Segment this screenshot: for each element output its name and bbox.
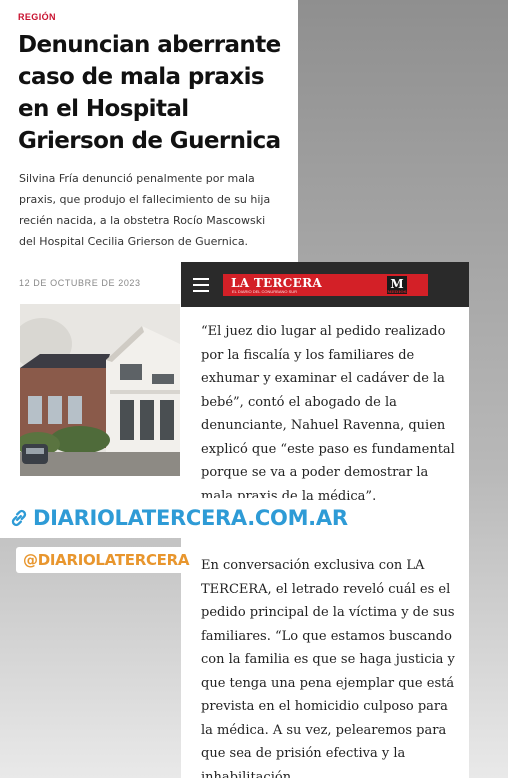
badge-sub: MEDIOS — [387, 289, 407, 294]
brand-tagline: EL DIARIO DEL CONURBANO SUR — [232, 289, 298, 294]
medios-badge: M MEDIOS — [387, 276, 407, 294]
article-headline: Denuncian aberrante caso de mala praxis … — [18, 32, 281, 154]
clipping-quote: “El juez dio lugar al pedido realizado p… — [201, 324, 455, 504]
clipping-body: En conversación exclusiva con LA TERCERA… — [201, 558, 455, 778]
article-lede: Silvina Fría denunció penalmente por mal… — [19, 172, 271, 248]
link-icon — [11, 509, 27, 527]
clipping-header: LA TERCERA EL DIARIO DEL CONURBANO SUR M… — [181, 262, 469, 307]
brand-name: LA TERCERA — [231, 276, 322, 290]
menu-icon[interactable] — [193, 278, 209, 292]
section-label[interactable]: REGIÓN — [18, 12, 56, 22]
link-url[interactable]: DIARIOLATERCERA.COM.AR — [33, 506, 348, 530]
hospital-photo — [20, 304, 180, 476]
link-sticker[interactable]: DIARIOLATERCERA.COM.AR — [0, 498, 348, 538]
brand-logo[interactable]: LA TERCERA EL DIARIO DEL CONURBANO SUR M… — [223, 274, 428, 296]
mention-sticker[interactable]: @DIARIOLATERCERA — [16, 547, 197, 573]
article-date: 12 DE OCTUBRE DE 2023 — [19, 278, 141, 288]
